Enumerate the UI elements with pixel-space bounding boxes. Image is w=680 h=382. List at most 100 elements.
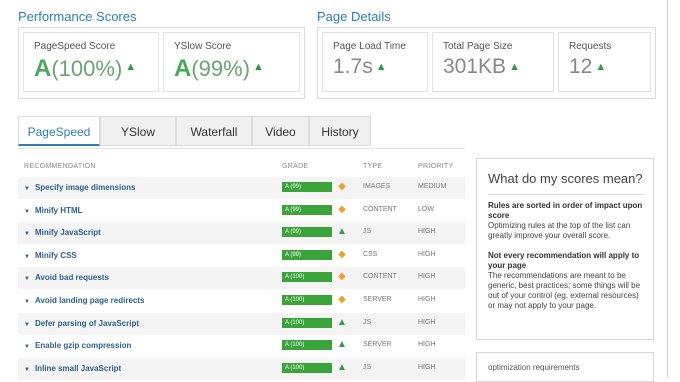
scores-help-paragraph-1: Rules are sorted in order of impact upon… — [488, 201, 648, 241]
tab-divider — [18, 148, 465, 149]
yslow-grade: A — [174, 55, 192, 82]
expand-arrow-icon[interactable]: ▼ — [24, 254, 30, 260]
performance-scores-panel: PageSpeed Score A(100%) ▲ YSlow Score A(9… — [18, 27, 305, 99]
pagespeed-grade: A — [34, 55, 52, 82]
recommendation-label: Specify image dimensions — [34, 183, 136, 192]
table-row[interactable]: ▼ Enable gzip compression A (100) ▲ SERVER HI… — [18, 335, 465, 357]
yslow-percent: (99%) — [191, 56, 251, 81]
trend-up-icon: ▲ — [337, 362, 347, 373]
expand-arrow-icon[interactable]: ▼ — [24, 322, 30, 328]
recommendation-name[interactable]: ▼ Inline small JavaScript — [24, 364, 121, 373]
grade-bar: A (99) — [282, 250, 332, 260]
table-row[interactable]: ▼ Specify image dimensions A (99) ◆ IMAGES ME… — [18, 177, 465, 199]
expand-arrow-icon[interactable]: ▼ — [24, 186, 30, 192]
page-details-title: Page Details — [317, 9, 391, 24]
trend-up-icon: ▲ — [125, 61, 137, 73]
recommendation-priority: HIGH — [418, 364, 436, 371]
expand-arrow-icon[interactable]: ▼ — [24, 209, 30, 215]
recommendation-name[interactable]: ▼ Minify JavaScript — [24, 228, 101, 237]
tab-waterfall[interactable]: Waterfall — [176, 116, 252, 146]
optimization-text: optimization requirements — [488, 363, 580, 372]
recommendation-label: Avoid landing page redirects — [34, 296, 145, 305]
requests-value: 12 — [569, 55, 593, 78]
page-load-time-value: 1.7s — [333, 55, 373, 78]
expand-arrow-icon[interactable]: ▼ — [24, 231, 30, 237]
optimization-panel: optimization requirements — [476, 352, 654, 382]
yslow-score-box: YSlow Score A(99%) ▲ — [163, 32, 300, 92]
header-type: TYPE — [363, 163, 383, 170]
table-row[interactable]: ▼ Avoid bad requests A (100) ◆ CONTENT HIGH — [18, 267, 465, 289]
recommendation-type: IMAGES — [363, 183, 391, 190]
recommendation-priority: HIGH — [418, 296, 436, 303]
scores-help-paragraph-2: Not every recommendation will apply to y… — [488, 251, 648, 311]
table-row[interactable]: ▼ Minify CSS A (99) ◆ CSS HIGH — [18, 245, 465, 267]
trend-neutral-icon: ◆ — [338, 294, 346, 305]
scores-help-divider — [488, 194, 644, 195]
grade-bar: A (100) — [282, 295, 332, 305]
recommendation-name[interactable]: ▼ Specify image dimensions — [24, 183, 135, 192]
trend-up-icon: ▲ — [337, 339, 347, 350]
trend-up-icon: ▲ — [595, 61, 607, 73]
recommendation-type: SERVER — [363, 296, 392, 303]
recommendation-name[interactable]: ▼ Minify HTML — [24, 206, 83, 215]
page-load-time-label: Page Load Time — [333, 41, 406, 52]
scores-help-heading-1: Rules are sorted in order of impact upon… — [488, 201, 643, 220]
grade-bar: A (99) — [282, 182, 332, 192]
tab-video[interactable]: Video — [252, 116, 309, 146]
trend-up-icon: ▲ — [337, 317, 347, 328]
total-page-size-value-wrap: 301KB ▲ — [443, 55, 520, 79]
pagespeed-score-value: A(100%) ▲ — [34, 55, 136, 83]
expand-arrow-icon[interactable]: ▼ — [24, 299, 30, 305]
recommendation-name[interactable]: ▼ Avoid landing page redirects — [24, 296, 144, 305]
trend-up-icon: ▲ — [253, 61, 264, 73]
recommendation-label: Defer parsing of JavaScript — [34, 319, 139, 328]
tab-history[interactable]: History — [309, 116, 371, 146]
recommendation-name[interactable]: ▼ Minify CSS — [24, 251, 77, 260]
trend-neutral-icon: ◆ — [338, 271, 346, 282]
pagespeed-score-label: PageSpeed Score — [34, 41, 116, 52]
recommendation-priority: HIGH — [418, 341, 436, 348]
table-row[interactable]: ▼ Defer parsing of JavaScript A (100) ▲ JS HI… — [18, 313, 465, 335]
recommendation-type: CONTENT — [363, 273, 397, 280]
expand-arrow-icon[interactable]: ▼ — [24, 367, 30, 373]
recommendation-type: SERVER — [363, 341, 392, 348]
recommendation-type: JS — [363, 228, 372, 235]
yslow-score-value: A(99%) ▲ — [174, 55, 264, 83]
header-priority: PRIORITY — [418, 163, 454, 170]
table-row[interactable]: ▼ Minify HTML A (99) ◆ CONTENT LOW — [18, 200, 465, 222]
tab-pagespeed[interactable]: PageSpeed — [18, 116, 100, 146]
recommendation-priority: HIGH — [418, 228, 436, 235]
right-border — [667, 0, 668, 377]
requests-box: Requests 12 ▲ — [558, 32, 651, 92]
recommendation-priority: MEDIUM — [418, 183, 447, 190]
requests-value-wrap: 12 ▲ — [569, 55, 606, 79]
grade-bar: A (99) — [282, 205, 332, 215]
pagespeed-percent: (100%) — [51, 56, 123, 81]
recommendation-label: Minify JavaScript — [34, 228, 101, 237]
expand-arrow-icon[interactable]: ▼ — [24, 344, 30, 350]
trend-up-icon: ▲ — [375, 61, 387, 73]
header-grade: GRADE — [282, 163, 309, 170]
header-recommendation: RECOMMENDATION — [24, 163, 96, 170]
requests-label: Requests — [569, 41, 612, 52]
recommendation-name[interactable]: ▼ Defer parsing of JavaScript — [24, 319, 139, 328]
recommendation-label: Minify CSS — [34, 251, 77, 260]
expand-arrow-icon[interactable]: ▼ — [24, 276, 30, 282]
recommendation-label: Minify HTML — [34, 206, 83, 215]
page-details-panel: Page Load Time 1.7s ▲ Total Page Size 301… — [317, 27, 656, 99]
recommendation-type: CSS — [363, 251, 378, 258]
trend-neutral-icon: ◆ — [338, 181, 346, 192]
recommendation-name[interactable]: ▼ Enable gzip compression — [24, 341, 131, 350]
scores-help-title: What do my scores mean? — [488, 171, 643, 186]
recommendation-name[interactable]: ▼ Avoid bad requests — [24, 273, 109, 282]
grade-bar: A (99) — [282, 227, 332, 237]
table-row[interactable]: ▼ Minify JavaScript A (99) ▲ JS HIGH — [18, 222, 465, 244]
recommendation-label: Inline small JavaScript — [34, 364, 122, 373]
recommendation-type: JS — [363, 364, 372, 371]
recommendation-label: Avoid bad requests — [34, 273, 109, 282]
recommendation-type: JS — [363, 319, 372, 326]
grade-bar: A (100) — [282, 340, 332, 350]
tab-yslow[interactable]: YSlow — [100, 116, 176, 146]
table-row[interactable]: ▼ Avoid landing page redirects A (100) ◆ SER… — [18, 290, 465, 312]
recommendation-priority: HIGH — [418, 251, 436, 258]
